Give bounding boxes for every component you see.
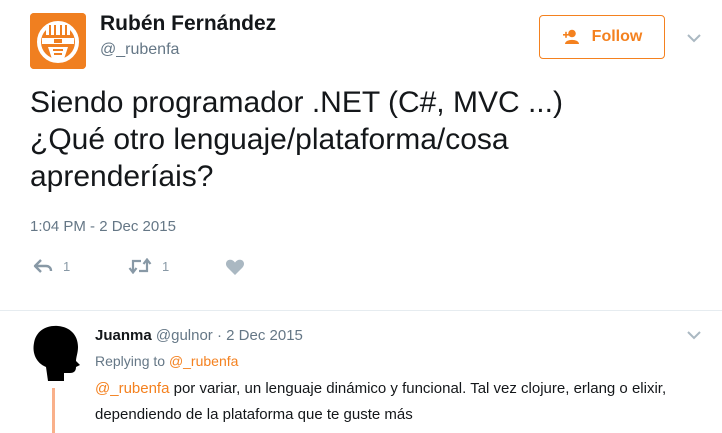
reply-icon [33, 259, 53, 273]
reply-menu-button[interactable] [686, 327, 702, 348]
replying-prefix: Replying to [95, 353, 166, 369]
reply-author-name[interactable]: Juanma [95, 327, 152, 344]
reply-author-handle[interactable]: @gulnor [156, 327, 213, 344]
reply-action[interactable]: 1 [33, 258, 70, 274]
chevron-down-icon [687, 331, 701, 340]
reply-separator: · [216, 327, 222, 344]
replying-to: Replying to @_rubenfa [95, 353, 238, 369]
reply-author-avatar[interactable] [30, 323, 82, 383]
reply-body: por variar, un lenguaje dinámico y funci… [95, 380, 667, 423]
replying-to-link[interactable]: @_rubenfa [169, 353, 238, 369]
cylon-helmet-logo-icon [30, 13, 86, 69]
author-handle[interactable]: @_rubenfa [100, 41, 179, 59]
retweet-action[interactable]: 1 [128, 258, 169, 274]
reply-text: @_rubenfa por variar, un lenguaje dinámi… [95, 376, 705, 428]
retweet-count: 1 [162, 258, 170, 274]
divider [0, 310, 722, 311]
add-user-icon [562, 29, 579, 44]
tweet-menu-button[interactable] [686, 30, 702, 51]
like-action[interactable] [225, 258, 245, 276]
follow-button[interactable]: Follow [539, 15, 665, 59]
silhouette-avatar-icon [33, 325, 80, 381]
follow-label: Follow [591, 28, 643, 45]
chevron-down-icon [687, 34, 701, 43]
reply-count: 1 [63, 258, 71, 274]
author-name[interactable]: Rubén Fernández [100, 12, 276, 36]
heart-icon [225, 259, 245, 275]
reply-mention-link[interactable]: @_rubenfa [95, 380, 169, 397]
retweet-icon [128, 258, 152, 274]
author-avatar[interactable] [30, 13, 86, 69]
tweet-text: Siendo programador .NET (C#, MVC ...) ¿Q… [30, 86, 563, 193]
tweet-timestamp[interactable]: 1:04 PM - 2 Dec 2015 [30, 218, 176, 235]
reply-date[interactable]: 2 Dec 2015 [226, 327, 303, 344]
thread-line [52, 388, 55, 433]
reply-header: Juanma @gulnor · 2 Dec 2015 [95, 327, 303, 344]
